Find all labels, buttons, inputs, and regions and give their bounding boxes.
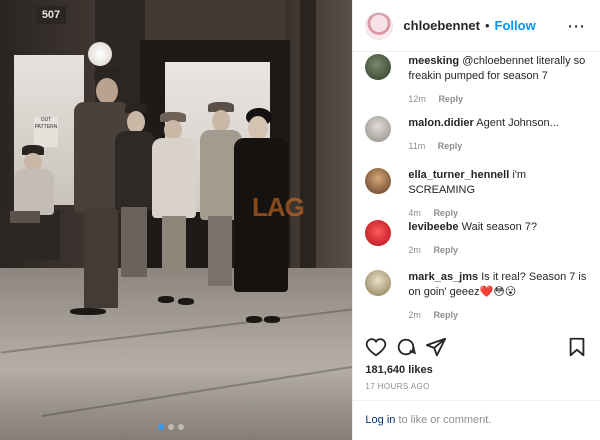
post-side-panel: chloebennet • Follow ⋯ meesking @chloebe… [353,0,600,440]
commenter-username[interactable]: ella_turner_hennell [408,169,509,181]
post-actions [365,336,588,360]
bookmark-icon[interactable] [566,336,588,358]
comment-text: levibeebe Wait season 7? [408,220,590,235]
reply-button[interactable]: Reply [438,141,463,151]
window-sign: OUT PATTERN [34,117,58,147]
commenter-avatar[interactable] [365,220,392,246]
building-wall-right [285,0,353,300]
post-photo[interactable]: 507 OUT PATTERN LAG [0,0,354,440]
comment-item: malon.didier Agent Johnson... 11m Reply [353,116,600,151]
login-link[interactable]: Log in [365,414,395,426]
pillar [300,0,316,300]
instagram-post: 507 OUT PATTERN LAG chloebennet • Follow… [0,0,600,440]
author-avatar[interactable] [365,11,394,40]
commenter-username[interactable]: meesking [408,55,459,67]
heart-icon[interactable] [365,336,387,358]
carousel-dot[interactable] [168,424,174,430]
author-username[interactable]: chloebennet [403,18,480,33]
header-separator: • [484,18,490,33]
comment-body: Wait season 7? [461,221,538,233]
comment-icon[interactable] [395,336,417,358]
comment-item: levibeebe Wait season 7? 2m Reply [353,220,600,255]
comment-time: 4m [408,208,421,218]
post-header: chloebennet • Follow ⋯ [353,0,600,52]
comment-time: 2m [408,245,421,255]
share-icon[interactable] [425,336,447,358]
street-lamp [88,42,112,66]
comment-item: meesking @chloebennet literally so freak… [353,54,600,104]
comment-meta: 12m Reply [408,94,590,104]
comment-item: ella_turner_hennell i'm SCREAMING 4m Rep… [353,168,600,218]
comment-body: Agent Johnson... [476,117,559,129]
comment-meta: 2m Reply [408,310,590,320]
comment-meta: 11m Reply [408,141,590,151]
commenter-avatar[interactable] [365,270,392,296]
commenter-username[interactable]: levibeebe [408,221,458,233]
likes-count[interactable]: 181,640 likes [365,364,432,376]
commenter-username[interactable]: malon.didier [408,117,473,129]
comment-text: malon.didier Agent Johnson... [408,116,590,131]
follow-button[interactable]: Follow [495,18,536,33]
comment-time: 12m [408,94,426,104]
reply-button[interactable]: Reply [433,310,458,320]
post-timestamp: 17 HOURS AGO [365,382,430,391]
comment-text: ella_turner_hennell i'm SCREAMING [408,168,590,198]
carousel-indicator [158,424,184,430]
reply-button[interactable]: Reply [438,94,463,104]
more-options-icon[interactable]: ⋯ [567,16,586,37]
carousel-dot[interactable] [178,424,184,430]
divider [353,400,600,401]
commenter-username[interactable]: mark_as_jms [408,271,478,283]
comment-time: 11m [408,141,426,151]
commenter-avatar[interactable] [365,116,392,142]
watermark-logo: LAG [252,192,305,222]
commenter-avatar[interactable] [365,168,392,194]
comment-text: meesking @chloebennet literally so freak… [408,54,590,84]
comment-meta: 4m Reply [408,208,590,218]
address-number: 507 [36,6,66,24]
reply-button[interactable]: Reply [433,245,458,255]
commenter-avatar[interactable] [365,54,392,80]
comments-list[interactable]: meesking @chloebennet literally so freak… [353,52,600,330]
comment-item: mark_as_jms Is it real? Season 7 is on g… [353,270,600,320]
carousel-dot-active[interactable] [158,424,164,430]
comment-meta: 2m Reply [408,245,590,255]
comment-time: 2m [408,310,421,320]
reply-button[interactable]: Reply [433,208,458,218]
login-prompt-text: to like or comment. [395,414,492,426]
login-prompt: Log in to like or comment. [365,414,491,426]
comment-text: mark_as_jms Is it real? Season 7 is on g… [408,270,590,300]
